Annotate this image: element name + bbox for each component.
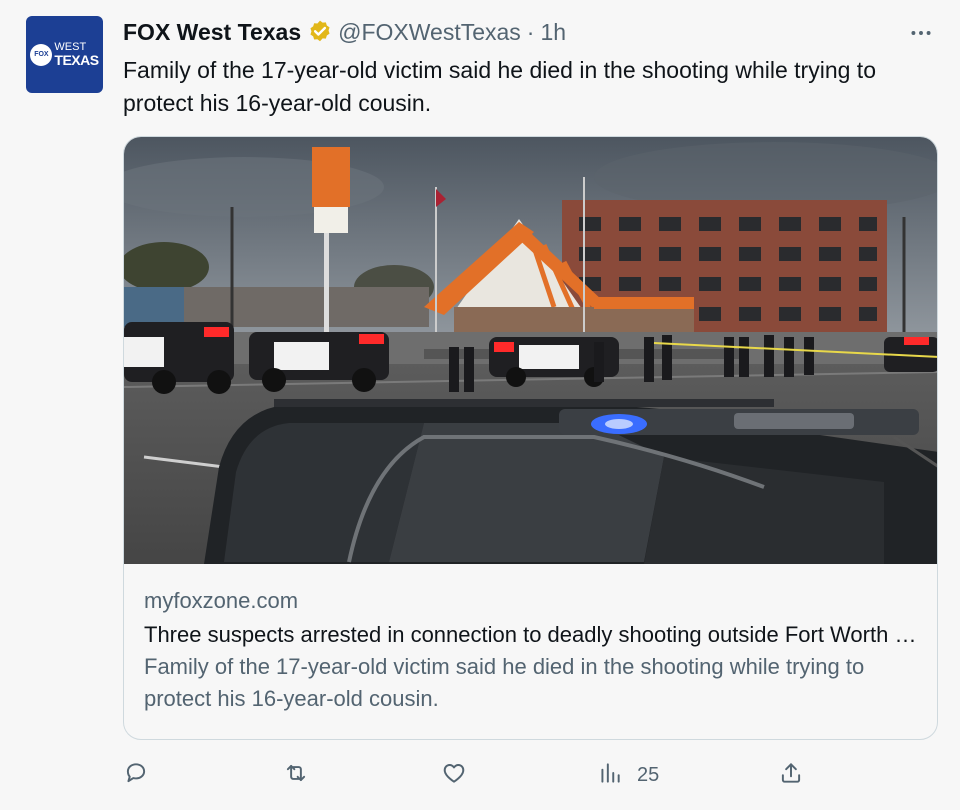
tweet-text: Family of the 17-year-old victim said he… (123, 57, 876, 116)
link-card[interactable]: myfoxzone.com Three suspects arrested in… (123, 136, 938, 740)
account-handle[interactable]: @FOXWestTexas (338, 19, 521, 46)
card-image (124, 137, 937, 564)
reply-button[interactable] (123, 757, 149, 793)
account-name[interactable]: FOX West Texas (123, 19, 301, 46)
tweet-header: FOX West Texas @FOXWestTexas · 1h (123, 17, 930, 47)
card-description: Family of the 17-year-old victim said he… (144, 654, 865, 711)
views-count: 25 (637, 763, 660, 786)
tweet-actions: 25 (123, 757, 823, 793)
retweet-button[interactable] (283, 757, 309, 793)
share-icon (778, 760, 804, 791)
retweet-icon (283, 760, 309, 791)
like-button[interactable] (441, 757, 467, 793)
views-button[interactable]: 25 (597, 757, 659, 793)
avatar-line-2: TEXAS (54, 52, 99, 68)
timestamp[interactable]: 1h (540, 19, 566, 46)
avatar-wordmark: WEST TEXAS (54, 42, 99, 68)
card-meta: myfoxzone.com Three suspects arrested in… (124, 564, 937, 715)
like-icon (441, 760, 467, 791)
share-button[interactable] (778, 757, 804, 793)
verified-badge-icon (307, 19, 333, 45)
fox-logo-badge: FOX (30, 43, 53, 66)
card-domain: myfoxzone.com (144, 588, 299, 613)
separator-dot: · (526, 18, 535, 45)
card-title: Three suspects arrested in connection to… (144, 622, 917, 647)
views-icon (597, 760, 623, 791)
avatar[interactable]: FOX WEST TEXAS (26, 16, 103, 93)
reply-icon (123, 760, 149, 791)
more-options-icon[interactable] (906, 18, 936, 48)
